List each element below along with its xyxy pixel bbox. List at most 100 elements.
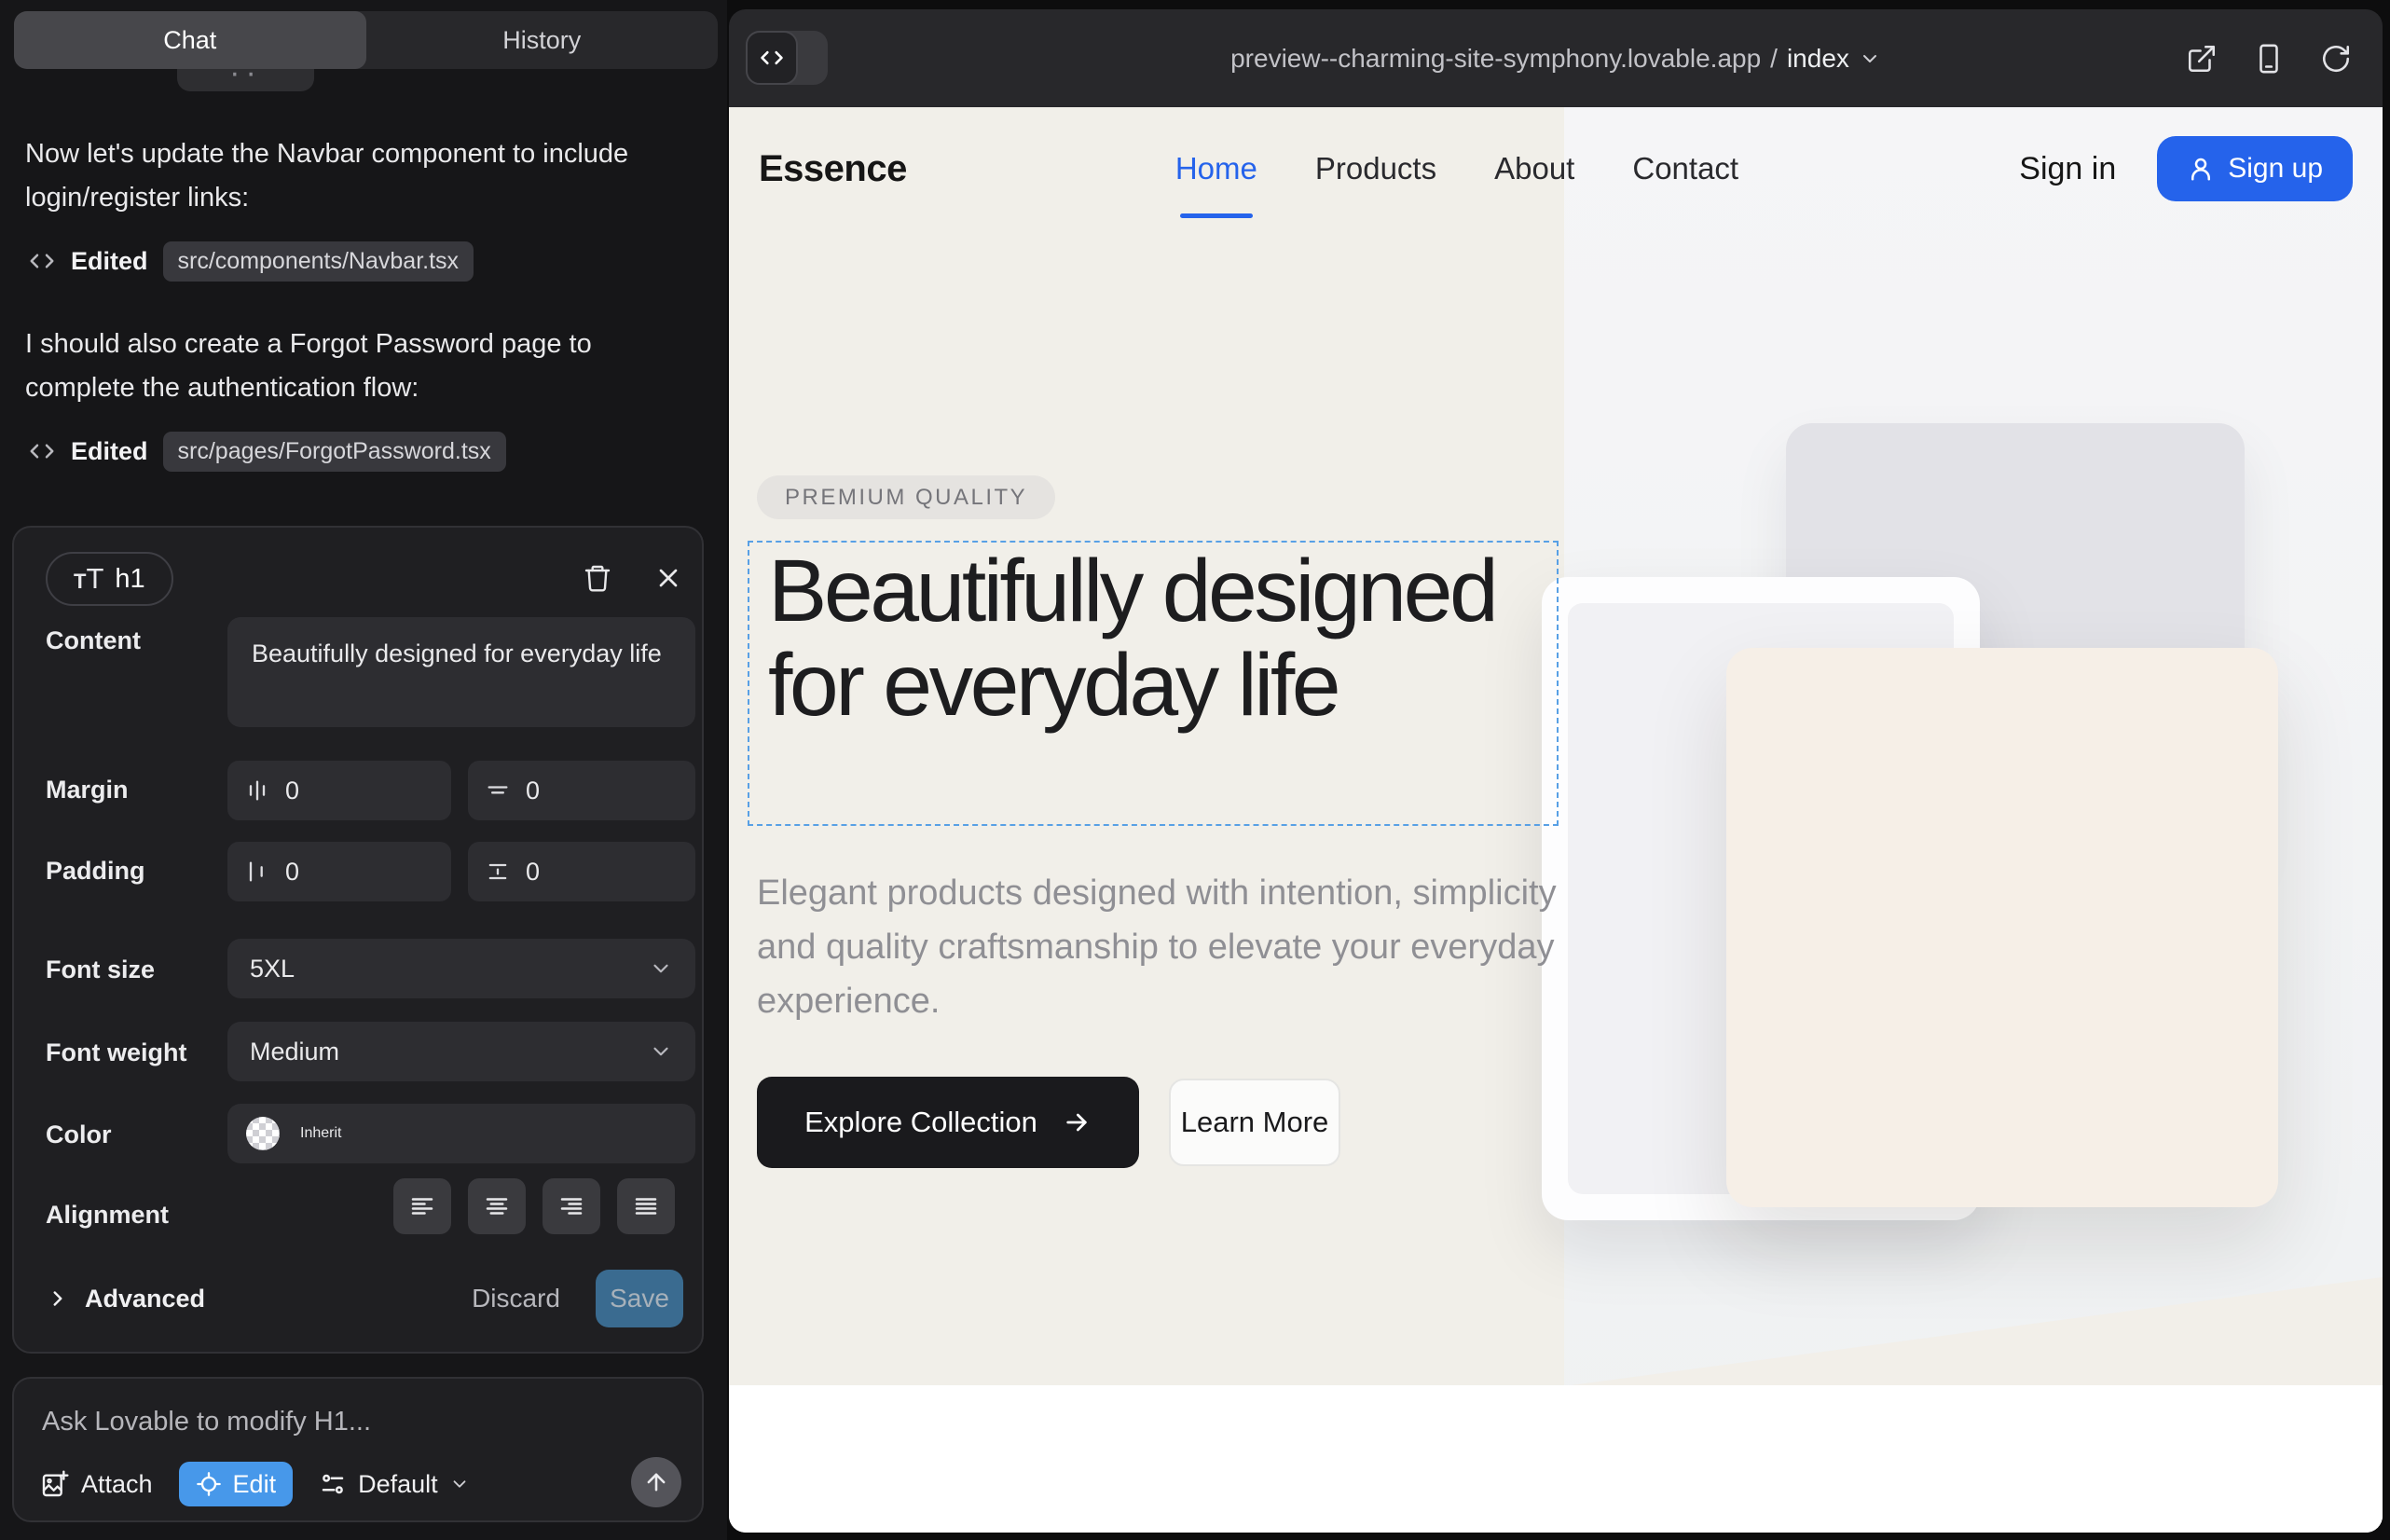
preview-url-dropdown[interactable]: preview--charming-site-symphony.lovable.… [729,9,2383,107]
margin-label: Margin [46,776,129,804]
selected-element-tag: TT h1 [46,552,173,606]
align-justify-icon [632,1192,660,1220]
image-plus-icon [40,1469,70,1499]
margin-y-input[interactable]: 0 [468,761,695,820]
active-nav-underline [1180,213,1253,218]
mobile-view-button[interactable] [2250,40,2287,77]
attach-button[interactable]: Attach [40,1469,153,1499]
edit-label: Edit [233,1470,277,1499]
content-label: Content [46,626,141,655]
file-chip[interactable]: src/pages/ForgotPassword.tsx [163,432,506,472]
assistant-message: I should also create a Forgot Password p… [25,323,683,410]
user-icon [2187,155,2215,183]
selected-h1-outline[interactable]: Beautifully designed for everyday life [748,541,1559,826]
content-field[interactable]: Beautifully designed for everyday life [227,617,695,727]
chat-history-tabbar: Chat History [14,11,718,69]
close-editor-button[interactable] [648,557,689,598]
composer: Attach Edit Default [12,1377,704,1522]
font-weight-select[interactable]: Medium [227,1022,695,1081]
arrow-up-icon [643,1469,669,1495]
assistant-message: Now let's update the Navbar component to… [25,132,683,220]
padding-horizontal-icon [244,859,270,885]
lovable-builder: Chat History ·· Now let's update the Nav… [0,0,2390,1540]
edited-label: Edited [71,247,148,276]
decorative-card-beige [1726,648,2278,1207]
site-navbar: Essence Home Products About Contact Sign… [729,107,2383,230]
align-right-button[interactable] [543,1178,600,1234]
align-right-icon [557,1192,585,1220]
preview-window: preview--charming-site-symphony.lovable.… [729,9,2383,1533]
explore-collection-button[interactable]: Explore Collection [757,1077,1139,1168]
font-size-label: Font size [46,956,155,984]
code-icon [28,247,56,275]
delete-element-button[interactable] [577,557,618,598]
nav-item-about[interactable]: About [1494,151,1574,186]
close-icon [653,563,683,593]
font-size-select[interactable]: 5XL [227,939,695,998]
margin-y-value: 0 [526,777,540,805]
padding-row: 0 0 [227,842,695,901]
chevron-down-icon [649,1039,673,1064]
tab-chat[interactable]: Chat [14,11,366,69]
premium-quality-badge: PREMIUM QUALITY [757,475,1055,519]
attach-label: Attach [81,1470,153,1499]
nav-home-label: Home [1175,151,1257,186]
nav-item-home[interactable]: Home [1175,151,1257,186]
open-in-new-tab-button[interactable] [2183,40,2220,77]
tag-name: h1 [115,564,144,595]
element-editor-panel: TT h1 Content Beautifully designed for e… [12,526,704,1354]
alignment-buttons [393,1178,675,1234]
align-center-icon [483,1192,511,1220]
composer-input[interactable] [42,1401,676,1442]
save-button[interactable]: Save [596,1270,683,1327]
padding-x-input[interactable]: 0 [227,842,451,901]
color-select[interactable]: Inherit [227,1104,695,1163]
tab-history[interactable]: History [366,11,719,69]
default-mode-button[interactable]: Default [319,1470,470,1499]
margin-horizontal-icon [244,777,270,804]
arrow-right-icon [1062,1107,1092,1137]
learn-more-button[interactable]: Learn More [1169,1079,1340,1166]
chevron-down-icon [649,956,673,981]
send-button[interactable] [631,1457,681,1507]
external-link-icon [2186,43,2218,75]
url-separator: / [1770,44,1778,74]
edited-label: Edited [71,437,148,466]
font-weight-value: Medium [250,1038,649,1066]
site-logo[interactable]: Essence [759,148,907,190]
edited-file-row: Edited src/components/Navbar.tsx [28,241,474,282]
hero-paragraph: Elegant products designed with intention… [757,866,1577,1028]
nav-item-products[interactable]: Products [1315,151,1436,186]
advanced-toggle[interactable]: Advanced [46,1285,205,1313]
editor-footer: Advanced Discard Save [46,1270,683,1327]
color-label: Color [46,1121,112,1149]
margin-x-value: 0 [285,777,299,805]
discard-button[interactable]: Discard [472,1284,560,1313]
align-left-button[interactable] [393,1178,451,1234]
edit-mode-button[interactable]: Edit [179,1462,294,1506]
sign-in-link[interactable]: Sign in [2019,151,2116,187]
nav-item-contact[interactable]: Contact [1632,151,1738,186]
explore-collection-label: Explore Collection [804,1106,1037,1139]
font-size-value: 5XL [250,955,649,983]
margin-x-input[interactable]: 0 [227,761,451,820]
align-center-button[interactable] [468,1178,526,1234]
font-weight-label: Font weight [46,1038,186,1067]
hero-heading: Beautifully designed for everyday life [749,543,1557,733]
site-nav-links: Home Products About Contact [1175,151,1738,186]
preview-header: preview--charming-site-symphony.lovable.… [729,9,2383,107]
margin-row: 0 0 [227,761,695,820]
trash-icon [583,563,612,593]
next-section-background [729,1385,2383,1533]
padding-y-value: 0 [526,858,540,887]
refresh-button[interactable] [2317,40,2355,77]
sign-up-button[interactable]: Sign up [2157,136,2353,201]
edited-file-row: Edited src/pages/ForgotPassword.tsx [28,431,506,472]
file-chip[interactable]: src/components/Navbar.tsx [163,241,474,282]
padding-y-input[interactable]: 0 [468,842,695,901]
composer-toolbar: Attach Edit Default [40,1461,470,1507]
url-domain: preview--charming-site-symphony.lovable.… [1230,44,1761,74]
site-preview: Essence Home Products About Contact Sign… [729,107,2383,1533]
type-icon: TT [74,562,103,596]
align-justify-button[interactable] [617,1178,675,1234]
